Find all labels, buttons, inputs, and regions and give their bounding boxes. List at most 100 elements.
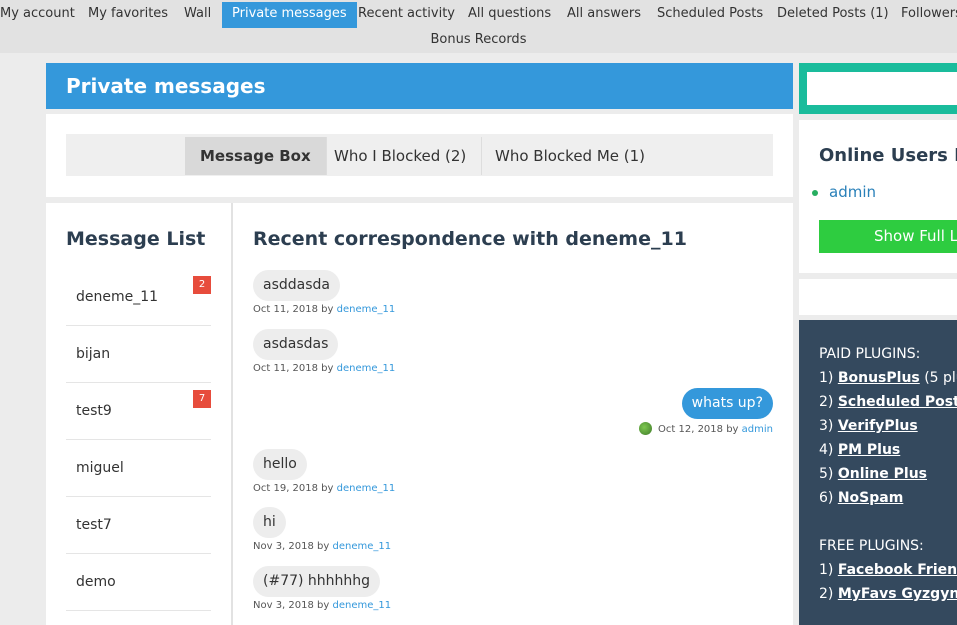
free-plugins-heading: FREE PLUGINS: [819,538,924,554]
message-author-link[interactable]: deneme_11 [333,541,392,552]
message-item: asddasda Oct 11, 2018 by deneme_11 [253,270,395,315]
online-user-link[interactable]: admin [812,183,876,201]
message-date: Oct 19, 2018 by [253,483,334,494]
contact-miguel[interactable]: miguel [66,440,211,497]
page-title: Private messages [46,63,793,109]
nav-followers[interactable]: Followers [891,2,957,28]
plugin-number: 4) [819,442,834,458]
plugin-item: 2) MyFavs Gyzgyn [819,586,957,602]
paid-plugins-heading: PAID PLUGINS: [819,346,921,362]
message-author-link[interactable]: deneme_11 [333,600,392,611]
message-item: hi Nov 3, 2018 by deneme_11 [253,507,391,552]
contact-name: demo [76,574,116,590]
online-users-widget: Online Users L admin Show Full L [799,120,957,273]
plugin-link[interactable]: PM Plus [838,442,900,458]
plugin-number: 2) [819,586,834,602]
contact-test9[interactable]: test9 7 [66,383,211,440]
contact-name: deneme_11 [76,289,159,305]
conversation-panel: Recent correspondence with deneme_11 asd… [233,203,793,625]
tab-who-i-blocked[interactable]: Who I Blocked (2) [319,137,483,175]
plugin-item: 6) NoSpam [819,490,903,506]
plugin-item: 5) Online Plus [819,466,927,482]
unread-badge: 2 [193,276,211,294]
nav-all-questions[interactable]: All questions [458,2,561,28]
message-list-title: Message List [66,228,206,250]
message-meta: Oct 11, 2018 by deneme_11 [253,363,395,374]
nav-scheduled-posts[interactable]: Scheduled Posts [647,2,773,28]
plugin-extra: (5 plu [924,370,957,386]
message-author-link[interactable]: admin [742,424,773,435]
plugin-link[interactable]: Scheduled Posts [838,394,957,410]
nav-private-messages[interactable]: Private messages [222,2,357,28]
plugin-number: 5) [819,466,834,482]
plugin-link[interactable]: BonusPlus [838,370,920,386]
contact-bijan[interactable]: bijan [66,326,211,383]
plugin-link[interactable]: VerifyPlus [838,418,918,434]
message-meta: Oct 19, 2018 by deneme_11 [253,483,395,494]
message-date: Oct 12, 2018 by [658,424,739,435]
plugin-item: 3) VerifyPlus [819,418,918,434]
avatar [639,422,653,435]
plugin-item: 4) PM Plus [819,442,900,458]
tabs-panel: Message Box Who I Blocked (2) Who Blocke… [46,114,793,197]
plugin-link[interactable]: Online Plus [838,466,927,482]
contact-demo[interactable]: demo [66,554,211,611]
message-author-link[interactable]: deneme_11 [337,304,396,315]
nav-wall[interactable]: Wall [174,2,221,28]
nav-my-account[interactable]: My account [0,2,85,28]
contact-name: test7 [76,517,112,533]
message-meta: Oct 11, 2018 by deneme_11 [253,304,395,315]
nav-my-favorites[interactable]: My favorites [78,2,178,28]
message-date: Oct 11, 2018 by [253,363,334,374]
sidebar-search-widget [799,63,957,114]
unread-badge: 7 [193,390,211,408]
contact-name: test9 [76,403,112,419]
message-meta: Nov 3, 2018 by deneme_11 [253,541,391,552]
online-users-title: Online Users L [819,145,957,166]
tab-who-blocked-me[interactable]: Who Blocked Me (1) [480,137,660,175]
message-meta: Oct 12, 2018 by admin [639,422,773,435]
nav-bonus-records[interactable]: Bonus Records [421,29,537,51]
message-list-panel: Message List deneme_11 2 bijan test9 7 m… [46,203,231,625]
plugin-link[interactable]: MyFavs Gyzgyn [838,586,957,602]
message-author-link[interactable]: deneme_11 [337,483,396,494]
message-bubble: hi [253,507,286,538]
message-item: hello Oct 19, 2018 by deneme_11 [253,449,395,494]
message-author-link[interactable]: deneme_11 [337,363,396,374]
tab-message-box[interactable]: Message Box [185,137,327,175]
message-date: Oct 11, 2018 by [253,304,334,315]
plugins-widget: PAID PLUGINS: 1) BonusPlus (5 plu 2) Sch… [799,320,957,625]
nav-row-2: Bonus Records [0,28,957,50]
show-full-list-button[interactable]: Show Full L [819,220,957,253]
plugin-item: 1) Facebook Friend [819,562,957,578]
message-meta: Nov 3, 2018 by deneme_11 [253,600,391,611]
sidebar-empty-widget [799,279,957,315]
plugin-number: 3) [819,418,834,434]
message-date: Nov 3, 2018 by [253,600,330,611]
plugin-number: 1) [819,562,834,578]
contact-name: bijan [76,346,111,362]
message-bubble-outgoing: whats up? [681,388,773,419]
message-date: Nov 3, 2018 by [253,541,330,552]
message-bubble: asddasda [253,270,340,301]
search-input[interactable] [807,72,957,105]
contact-test7[interactable]: test7 [66,497,211,554]
plugin-number: 1) [819,370,834,386]
plugin-link[interactable]: Facebook Friend [838,562,957,578]
message-item: asdasdas Oct 11, 2018 by deneme_11 [253,329,395,374]
online-user-name: admin [829,183,876,201]
nav-deleted-posts[interactable]: Deleted Posts (1) [767,2,899,28]
nav-recent-activity[interactable]: Recent activity [348,2,465,28]
top-navigation: My account My favorites Wall Private mes… [0,0,957,53]
plugin-item: 1) BonusPlus (5 plu [819,370,957,386]
message-item-outgoing: whats up? Oct 12, 2018 by admin [639,388,773,435]
contact-name: miguel [76,460,124,476]
plugin-link[interactable]: NoSpam [838,490,903,506]
nav-all-answers[interactable]: All answers [557,2,651,28]
message-bubble: hello [253,449,307,480]
contact-deneme-11[interactable]: deneme_11 2 [66,269,211,326]
tabs-bar: Message Box Who I Blocked (2) Who Blocke… [66,134,773,176]
plugin-number: 6) [819,490,834,506]
message-item: (#77) hhhhhhg Nov 3, 2018 by deneme_11 [253,566,391,611]
conversation-title: Recent correspondence with deneme_11 [253,228,687,250]
